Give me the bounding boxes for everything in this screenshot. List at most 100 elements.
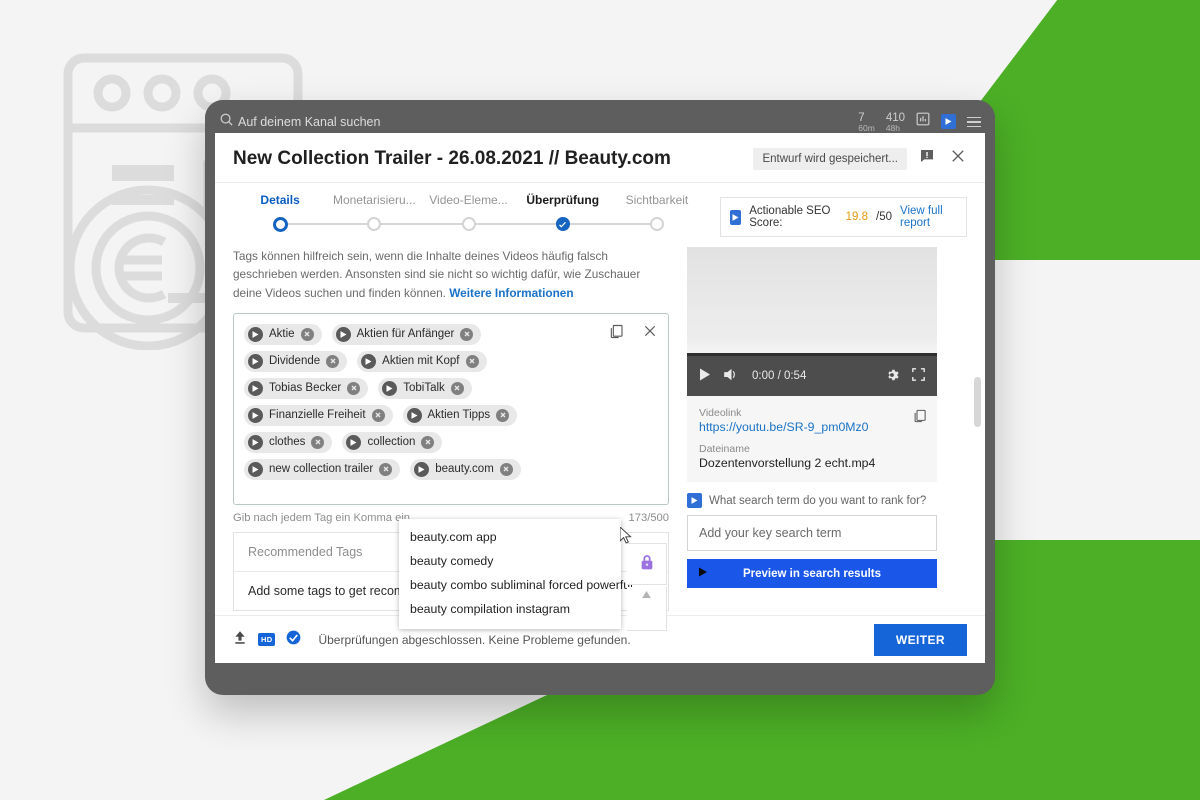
- tag-row: clothes collection: [244, 431, 578, 453]
- tag-box-actions: [608, 323, 658, 345]
- preview-column: 0:00 / 0:54 Videolink https://youtu.be/S…: [687, 247, 937, 615]
- tubebuddy-icon: [248, 461, 263, 477]
- copy-icon[interactable]: [608, 323, 624, 345]
- tag-pill[interactable]: Aktien für Anfänger: [331, 323, 482, 345]
- tag-row: new collection trailer beauty.com: [244, 458, 578, 480]
- premium-lock-cell[interactable]: [627, 543, 667, 585]
- remove-tag-icon[interactable]: [326, 354, 340, 368]
- analytics-icon[interactable]: [916, 112, 930, 131]
- tag-label: Dividende: [269, 355, 321, 368]
- player-controls: 0:00 / 0:54: [687, 356, 937, 396]
- tag-label: TobiTalk: [403, 382, 445, 395]
- tag-pill[interactable]: Aktien Tipps: [402, 404, 518, 426]
- view-full-report-link[interactable]: View full report: [900, 205, 957, 229]
- remove-tag-icon[interactable]: [300, 327, 314, 341]
- rank-question-row: What search term do you want to rank for…: [687, 493, 937, 508]
- step-label-ueberpruefung[interactable]: Überprüfung: [516, 193, 610, 207]
- tag-label: beauty.com: [435, 463, 494, 476]
- remove-tag-icon[interactable]: [450, 381, 464, 395]
- remove-tag-icon[interactable]: [379, 462, 393, 476]
- key-search-term-input[interactable]: [687, 515, 937, 551]
- step-label-sichtbarkeit[interactable]: Sichtbarkeit: [610, 193, 704, 207]
- filename-label: Dateiname: [699, 443, 750, 455]
- close-icon[interactable]: [949, 147, 967, 170]
- remove-tag-icon[interactable]: [347, 381, 361, 395]
- autocomplete-item[interactable]: beauty comedy: [399, 549, 621, 573]
- preview-in-search-results-button[interactable]: Preview in search results: [687, 559, 937, 588]
- recommended-scrollbar[interactable]: [627, 587, 667, 631]
- tag-pill[interactable]: Finanzielle Freiheit: [244, 404, 393, 426]
- step-label-monetarisierung[interactable]: Monetarisieru...: [327, 193, 421, 207]
- autocomplete-item[interactable]: beauty combo subliminal forced powerful: [399, 573, 633, 597]
- tag-list: Aktie Aktien für Anfänger Dividende Aktien …: [244, 323, 658, 480]
- videolink-value[interactable]: https://youtu.be/SR-9_pm0Mz0: [699, 420, 925, 434]
- video-player[interactable]: 0:00 / 0:54: [687, 247, 937, 396]
- remove-tag-icon[interactable]: [421, 435, 435, 449]
- tags-help-line-3: können.: [403, 285, 446, 300]
- step-dot-monetarisierung[interactable]: [327, 213, 421, 235]
- autocomplete-item[interactable]: beauty compilation instagram: [399, 597, 621, 621]
- step-label-details[interactable]: Details: [233, 193, 327, 207]
- play-icon[interactable]: [699, 368, 711, 384]
- tag-pill[interactable]: Aktien mit Kopf: [357, 350, 487, 372]
- tag-pill[interactable]: clothes: [244, 431, 333, 453]
- step-dot-ueberpruefung[interactable]: [516, 213, 610, 235]
- tubebuddy-icon: [248, 407, 263, 423]
- tag-pill[interactable]: Dividende: [244, 350, 348, 372]
- gear-icon[interactable]: [885, 368, 899, 385]
- tags-input-box[interactable]: Aktie Aktien für Anfänger Dividende Aktien …: [233, 312, 669, 505]
- tag-label: Aktien Tipps: [427, 409, 491, 422]
- dialog-scrollbar[interactable]: [974, 377, 981, 427]
- stat-views: 410 48h: [886, 112, 905, 133]
- step-dot-details[interactable]: [233, 213, 327, 235]
- tag-pill[interactable]: beauty.com: [410, 458, 521, 480]
- clear-icon[interactable]: [642, 323, 658, 345]
- remove-tag-icon[interactable]: [460, 327, 474, 341]
- app-window: Auf deinem Kanal suchen 7 60m 410 48h Ne…: [205, 100, 995, 695]
- tags-hint-text: Gib nach jedem Tag ein Komma ein: [233, 511, 411, 524]
- autocomplete-item[interactable]: beauty.com app: [399, 525, 621, 549]
- save-status-badge: Entwurf wird gespeichert...: [753, 147, 907, 170]
- next-button[interactable]: WEITER: [873, 623, 967, 656]
- tag-pill[interactable]: Tobias Becker: [244, 377, 369, 399]
- tag-label: Finanzielle Freiheit: [269, 409, 366, 422]
- tag-pill[interactable]: new collection trailer: [244, 458, 401, 480]
- tubebuddy-icon: [248, 326, 263, 342]
- volume-icon[interactable]: [724, 368, 739, 384]
- remove-tag-icon[interactable]: [465, 354, 479, 368]
- stat-unit: 60m: [858, 122, 875, 133]
- fullscreen-icon[interactable]: [912, 368, 925, 384]
- menu-icon[interactable]: [967, 116, 981, 128]
- tag-label: collection: [367, 436, 416, 449]
- copy-icon[interactable]: [912, 408, 927, 429]
- tag-label: Aktien mit Kopf: [382, 355, 460, 368]
- lock-icon: [639, 553, 655, 576]
- step-dot-check-icon: [555, 217, 570, 231]
- feedback-icon[interactable]: [919, 148, 935, 169]
- dialog-subheader: Details Monetarisieru... Video-Eleme... …: [215, 183, 985, 237]
- hd-badge: HD: [258, 633, 276, 646]
- player-time: 0:00 / 0:54: [752, 370, 807, 382]
- step-label-video-elemente[interactable]: Video-Eleme...: [421, 193, 515, 207]
- channel-search-bar[interactable]: Auf deinem Kanal suchen: [238, 115, 858, 129]
- remove-tag-icon[interactable]: [311, 435, 325, 449]
- stat-unit: 48h: [885, 122, 900, 133]
- tag-autocomplete-dropdown[interactable]: beauty.com app beauty comedy beauty combo …: [399, 519, 633, 629]
- tag-pill[interactable]: Aktie: [244, 323, 322, 345]
- tag-pill[interactable]: TobiTalk: [378, 377, 472, 399]
- remove-tag-icon[interactable]: [371, 408, 385, 422]
- search-icon[interactable]: [219, 112, 234, 132]
- step-dot-empty-icon: [367, 217, 382, 231]
- tag-pill[interactable]: collection: [342, 431, 443, 453]
- dialog-body: Tags können hilfreich sein, wenn die Inh…: [215, 237, 985, 631]
- tags-help-link[interactable]: Weitere Informationen: [449, 286, 573, 300]
- topbar-stats: 7 60m 410 48h: [858, 112, 981, 133]
- progress-stepper: Details Monetarisieru... Video-Eleme... …: [233, 191, 704, 235]
- step-dot-sichtbarkeit[interactable]: [610, 213, 704, 235]
- tag-row: Dividende Aktien mit Kopf: [244, 350, 578, 372]
- tubebuddy-icon[interactable]: [941, 114, 956, 130]
- remove-tag-icon[interactable]: [496, 408, 510, 422]
- tags-column: Tags können hilfreich sein, wenn die Inh…: [233, 247, 669, 631]
- step-dot-video-elemente[interactable]: [421, 213, 515, 235]
- remove-tag-icon[interactable]: [499, 462, 513, 476]
